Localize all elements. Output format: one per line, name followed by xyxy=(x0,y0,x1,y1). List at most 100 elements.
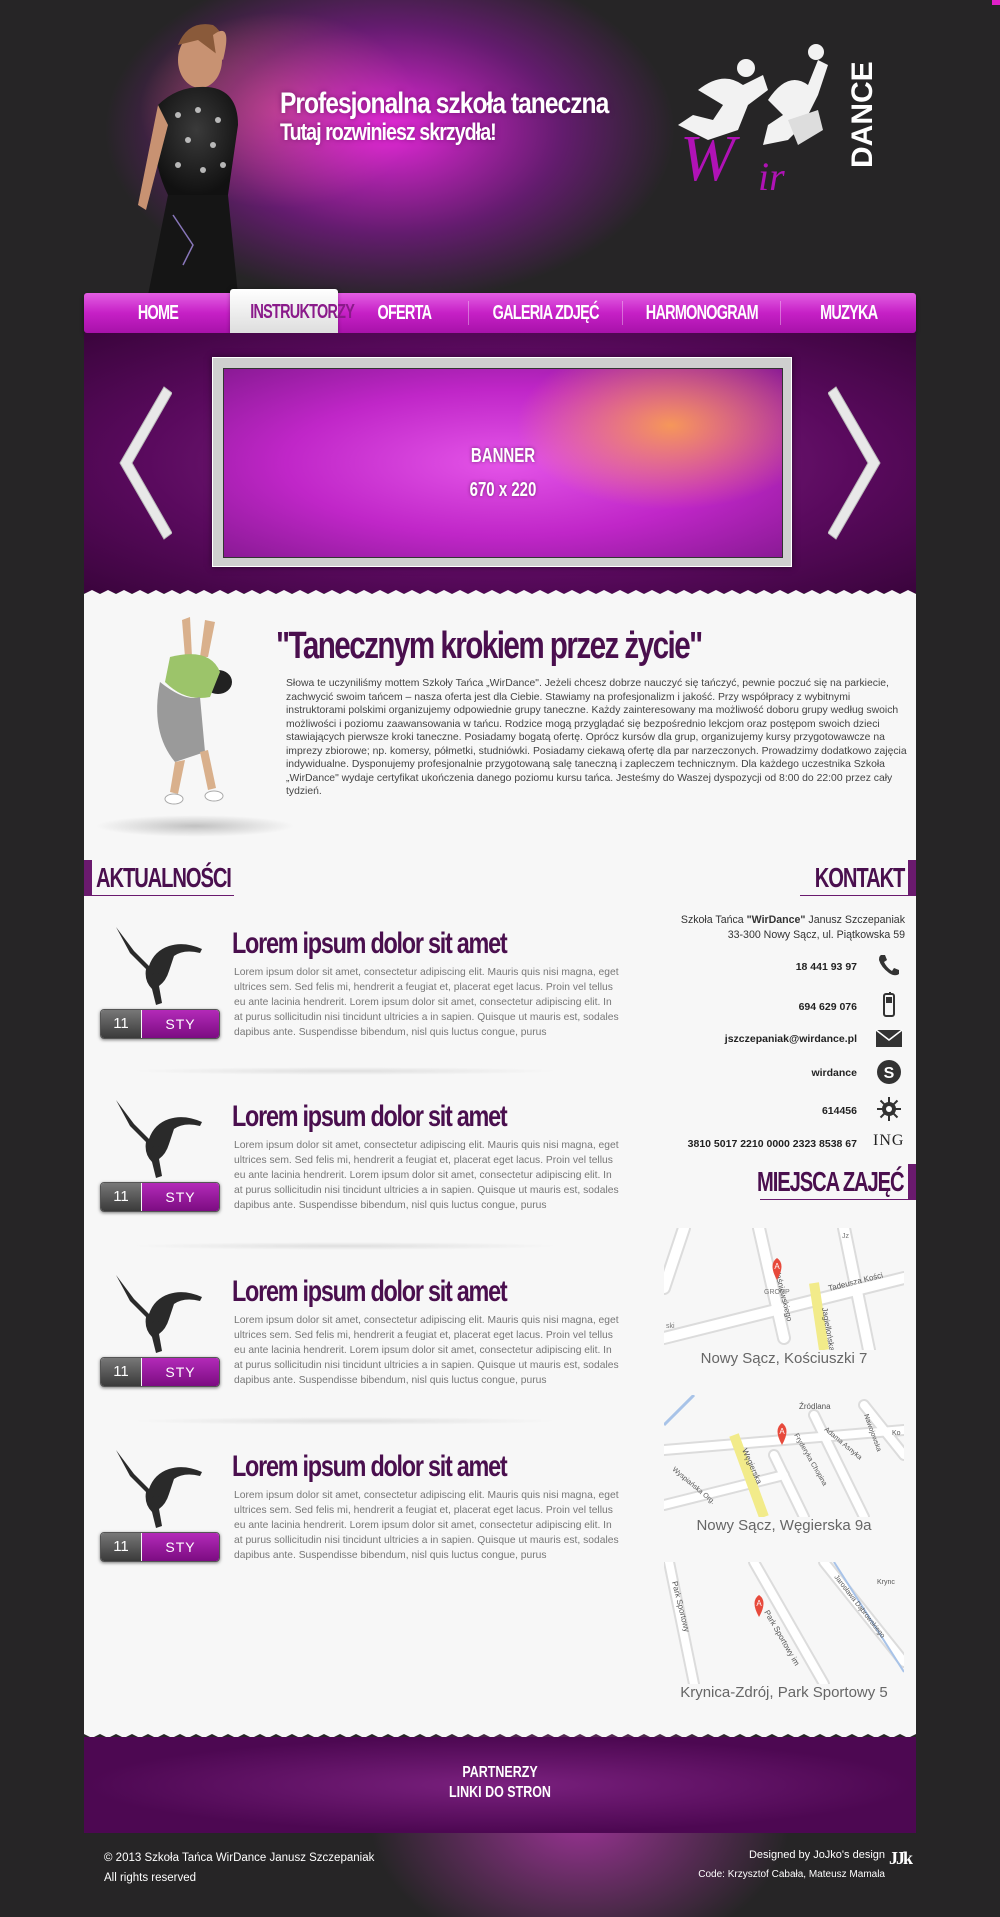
places-heading-label: MIEJSCA ZAJĘĆ xyxy=(757,1166,905,1197)
code-by: Code: Krzysztof Cabała, Mateusz Mamala xyxy=(698,1869,885,1880)
news-heading: AKTUALNOŚCI xyxy=(84,860,236,896)
contact-phone[interactable]: 18 441 93 97 xyxy=(796,954,857,980)
news-text: Lorem ipsum dolor sit amet, consectetur … xyxy=(234,1315,619,1386)
news-heading-label: AKTUALNOŚCI xyxy=(96,862,232,893)
news-title[interactable]: Lorem ipsum dolor sit amet xyxy=(232,1275,508,1309)
footer-credits: Designed by JoJko's design Code: Krzyszt… xyxy=(698,1846,885,1884)
news-item[interactable]: 11 STY Lorem ipsum dolor sit amet Lorem i… xyxy=(100,921,620,1081)
heading-bar xyxy=(84,860,92,896)
news-separator xyxy=(130,1067,560,1075)
main-nav: HOME INSTRUKTORZY OFERTA GALERIA ZDJĘĆ H… xyxy=(84,289,916,335)
logo-ir: ir xyxy=(758,154,785,199)
slider-next-arrow-icon[interactable] xyxy=(828,383,888,543)
map-label: Źródlana xyxy=(799,1402,831,1411)
svg-text:S: S xyxy=(884,1065,895,1082)
svg-text:A: A xyxy=(774,1262,780,1271)
news-title[interactable]: Lorem ipsum dolor sit amet xyxy=(232,927,508,961)
contact-email[interactable]: jszczepaniak@wirdance.pl xyxy=(725,1026,857,1052)
nav-harmonogram-label: HARMONOGRAM xyxy=(645,302,758,324)
news-date: 11 STY xyxy=(100,1532,220,1562)
nav-home[interactable]: HOME xyxy=(84,293,232,333)
dancer-silhouette-icon xyxy=(116,1275,202,1353)
copyright-text: © 2013 Szkoła Tańca WirDance Janusz Szcz… xyxy=(104,1852,375,1864)
designed-by[interactable]: Designed by JoJko's design xyxy=(698,1846,885,1865)
news-item[interactable]: 11 STY Lorem ipsum dolor sit amet Lorem i… xyxy=(100,1094,620,1254)
school-prefix: Szkoła Tańca xyxy=(680,914,747,926)
school-name: "WirDance" xyxy=(746,914,806,926)
partners-link[interactable]: PARTNERZY xyxy=(176,1763,825,1783)
nav-instruktorzy[interactable]: INSTRUKTORZY xyxy=(230,289,355,335)
bank-name: ING xyxy=(873,1132,905,1149)
contact-gg[interactable]: 614456 xyxy=(822,1098,857,1124)
slogan-line-2: Tutaj rozwiniesz skrzydła! xyxy=(280,119,497,146)
partners-links: PARTNERZY LINKI DO STRON xyxy=(84,1763,916,1803)
news-day: 11 xyxy=(101,1010,141,1038)
logo-w: W xyxy=(680,122,740,195)
nav-galeria-label: GALERIA ZDJĘĆ xyxy=(492,302,599,324)
figure-shadow xyxy=(95,815,295,837)
heading-bar xyxy=(908,1164,916,1200)
nav-home-label: HOME xyxy=(137,302,179,324)
slider-prev-arrow-icon[interactable] xyxy=(112,383,172,543)
links-link[interactable]: LINKI DO STRON xyxy=(176,1783,825,1803)
header-slogan: Profesjonalna szkoła taneczna Tutaj rozw… xyxy=(280,88,609,146)
news-month: STY xyxy=(142,1183,219,1211)
map-caption: Nowy Sącz, Węgierska 9a xyxy=(696,1517,872,1534)
contact-mobile[interactable]: 694 629 076 xyxy=(799,994,857,1020)
partners-band: PARTNERZY LINKI DO STRON xyxy=(84,1737,916,1833)
news-day: 11 xyxy=(101,1183,141,1211)
heading-underline xyxy=(760,1199,916,1200)
news-separator xyxy=(130,1417,560,1425)
nav-harmonogram[interactable]: HARMONOGRAM xyxy=(623,293,780,333)
news-date: 11 STY xyxy=(100,1357,220,1387)
breakdancer-image xyxy=(157,617,232,805)
contact-skype[interactable]: wirdance xyxy=(811,1060,857,1086)
banner-line-1: BANNER xyxy=(470,445,536,467)
svg-text:A: A xyxy=(779,1427,785,1436)
school-owner: Janusz Szczepaniak xyxy=(805,914,905,926)
contact-heading: KONTAKT xyxy=(800,860,916,896)
news-item[interactable]: 11 STY Lorem ipsum dolor sit amet Lorem i… xyxy=(100,1269,620,1429)
corner-mark xyxy=(992,0,1000,5)
map-caption: Nowy Sącz, Kościuszki 7 xyxy=(700,1350,868,1367)
nav-muzyka[interactable]: MUZYKA xyxy=(781,293,916,333)
intro-text: Słowa te uczyniliśmy mottem Szkoły Tańca… xyxy=(286,678,907,797)
news-title[interactable]: Lorem ipsum dolor sit amet xyxy=(232,1450,508,1484)
phone-icon xyxy=(879,955,899,976)
map-nowy-sacz-kosciuszki[interactable]: Waśniewskiego Tadeusza Kości Jagiellońsk… xyxy=(664,1228,904,1350)
designer-logo[interactable]: JJk xyxy=(889,1848,913,1869)
wirdance-logo[interactable]: W ir DANCE xyxy=(668,30,888,210)
banner-line-2: 670 x 220 xyxy=(469,479,537,501)
nav-instruktorzy-label: INSTRUKTORZY xyxy=(250,301,355,323)
contact-heading-label: KONTAKT xyxy=(814,862,906,893)
zigzag-divider-top xyxy=(84,590,916,600)
map-nowy-sacz-wegierska[interactable]: Źródlana Węgierska Fryderyka Chopina Ada… xyxy=(664,1395,904,1517)
news-separator xyxy=(130,1242,560,1250)
dancer-silhouette-icon xyxy=(116,927,202,1005)
nav-oferta-label: OFERTA xyxy=(377,302,432,324)
heading-underline xyxy=(800,895,916,896)
news-text: Lorem ipsum dolor sit amet, consectetur … xyxy=(234,967,619,1038)
map-krynica-zdroj[interactable]: Park Sportowy Park Sportowy im Jarosława… xyxy=(664,1562,904,1684)
places-heading: MIEJSCA ZAJĘĆ xyxy=(757,1164,916,1200)
rights-text: All rights reserved xyxy=(104,1872,197,1884)
map-caption: Krynica-Zdrój, Park Sportowy 5 xyxy=(680,1684,888,1701)
news-item[interactable]: 11 STY Lorem ipsum dolor sit amet Lorem i… xyxy=(100,1444,620,1604)
heading-underline xyxy=(84,895,234,896)
footer-copyright: © 2013 Szkoła Tańca WirDance Janusz Szcz… xyxy=(104,1848,374,1888)
news-title[interactable]: Lorem ipsum dolor sit amet xyxy=(232,1100,508,1134)
intro-title: "Tanecznym krokiem przez życie" xyxy=(276,625,703,667)
envelope-icon xyxy=(875,1029,903,1047)
nav-oferta[interactable]: OFERTA xyxy=(340,293,468,333)
map-label: Jz xyxy=(842,1233,850,1240)
header-dancer-image xyxy=(138,24,238,295)
banner-slider: BANNER 670 x 220 xyxy=(84,333,916,593)
skype-icon: S xyxy=(877,1060,901,1084)
nav-galeria[interactable]: GALERIA ZDJĘĆ xyxy=(469,293,622,333)
logo-dance: DANCE xyxy=(846,61,879,168)
news-day: 11 xyxy=(101,1533,141,1561)
banner-image[interactable]: BANNER 670 x 220 xyxy=(223,368,783,558)
svg-text:A: A xyxy=(756,1599,762,1608)
news-text: Lorem ipsum dolor sit amet, consectetur … xyxy=(234,1140,619,1211)
map-label: GROUP xyxy=(764,1289,790,1296)
